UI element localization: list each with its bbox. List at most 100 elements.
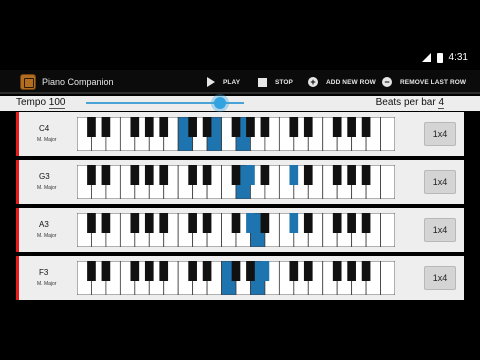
black-key [361,117,371,137]
play-label: PLAY [223,78,241,86]
battery-icon [436,52,443,63]
clock: 4:31 [448,52,468,63]
black-key [347,165,356,185]
white-key [380,213,395,247]
black-key [130,165,140,185]
scale-name: M. Major [37,137,57,143]
repeat-button[interactable]: 1x4 [424,266,456,290]
black-key [144,165,154,185]
black-key [188,213,197,233]
piano-keyboard[interactable] [77,117,395,151]
piano-keyboard[interactable] [77,261,395,295]
black-key [332,213,342,233]
action-bar: Piano Companion PLAY STOP + ADD NEW ROW … [0,70,480,94]
black-key [188,165,197,185]
black-key [144,261,154,281]
white-key [380,261,395,295]
chord-name[interactable]: C4 [39,124,49,133]
chord-row[interactable]: A3 M. Major 1x4 [16,208,464,252]
black-key [246,117,255,137]
black-key [101,117,111,137]
black-key [347,261,356,281]
black-key [303,117,313,137]
black-key [289,165,299,185]
black-key [159,117,169,137]
chord-row[interactable]: C4 M. Major 1x4 [16,112,464,156]
chord-row[interactable]: G3 M. Major 1x4 [16,160,464,204]
black-key [202,213,212,233]
black-key [361,261,371,281]
black-key [347,213,356,233]
black-key [289,213,299,233]
black-key [231,117,241,137]
black-key [87,261,96,281]
black-key [231,165,241,185]
black-key [289,261,299,281]
remove-last-row-button[interactable]: − REMOVE LAST ROW [382,74,466,90]
black-key [332,261,342,281]
black-key [347,117,356,137]
black-key [188,117,197,137]
black-key [159,261,169,281]
app-title: Piano Companion [42,77,114,87]
stop-button[interactable]: STOP [258,74,293,90]
black-key [202,165,212,185]
black-key [231,261,241,281]
black-key [246,261,255,281]
black-key [332,165,342,185]
black-key [260,165,270,185]
tempo-label: Tempo [16,97,47,108]
black-key [289,117,299,137]
black-key [332,117,342,137]
black-key [231,213,241,233]
tempo-control: Tempo 100 [16,97,66,109]
black-key [87,117,96,137]
repeat-button[interactable]: 1x4 [424,170,456,194]
tempo-slider-thumb[interactable] [214,97,227,109]
black-key [101,165,111,185]
scale-name: M. Major [37,281,57,287]
black-key [144,213,154,233]
black-key [303,165,313,185]
remove-last-row-label: REMOVE LAST ROW [400,78,467,86]
tempo-input[interactable]: 100 [48,97,66,109]
status-bar: 4:31 [0,48,480,68]
black-key [130,213,140,233]
black-key [159,165,169,185]
black-key [246,213,255,233]
piano-app-icon[interactable] [20,74,36,90]
play-icon [207,77,215,87]
app-screen: 4:31 Piano Companion PLAY STOP + ADD NEW… [0,0,480,360]
repeat-button[interactable]: 1x4 [424,218,456,242]
add-new-row-label: ADD NEW ROW [326,78,376,86]
black-key [144,117,154,137]
chord-name[interactable]: F3 [39,268,48,277]
beats-label: Beats per bar [375,97,436,108]
black-key [303,213,313,233]
black-key [246,165,255,185]
black-key [303,261,313,281]
play-button[interactable]: PLAY [207,74,240,90]
repeat-button[interactable]: 1x4 [424,122,456,146]
beats-input[interactable]: 4 [438,97,444,109]
white-key [380,117,395,151]
black-key [361,213,371,233]
beats-control: Beats per bar 4 [375,97,444,109]
black-key [87,165,96,185]
piano-keyboard[interactable] [77,213,395,247]
black-key [361,165,371,185]
signal-icon [421,53,431,62]
black-key [202,261,212,281]
chord-name[interactable]: G3 [39,172,50,181]
chord-name[interactable]: A3 [39,220,49,229]
chord-row[interactable]: F3 M. Major 1x4 [16,256,464,300]
black-key [188,261,197,281]
chord-rows: C4 M. Major 1x4 G3 M. Major 1x4 A3 M. Ma… [16,112,464,302]
add-new-row-button[interactable]: + ADD NEW ROW [308,74,376,90]
black-key [202,117,212,137]
plus-circle-icon: + [308,77,318,87]
piano-keyboard[interactable] [77,165,395,199]
black-key [101,213,111,233]
black-key [260,213,270,233]
black-key [130,117,140,137]
